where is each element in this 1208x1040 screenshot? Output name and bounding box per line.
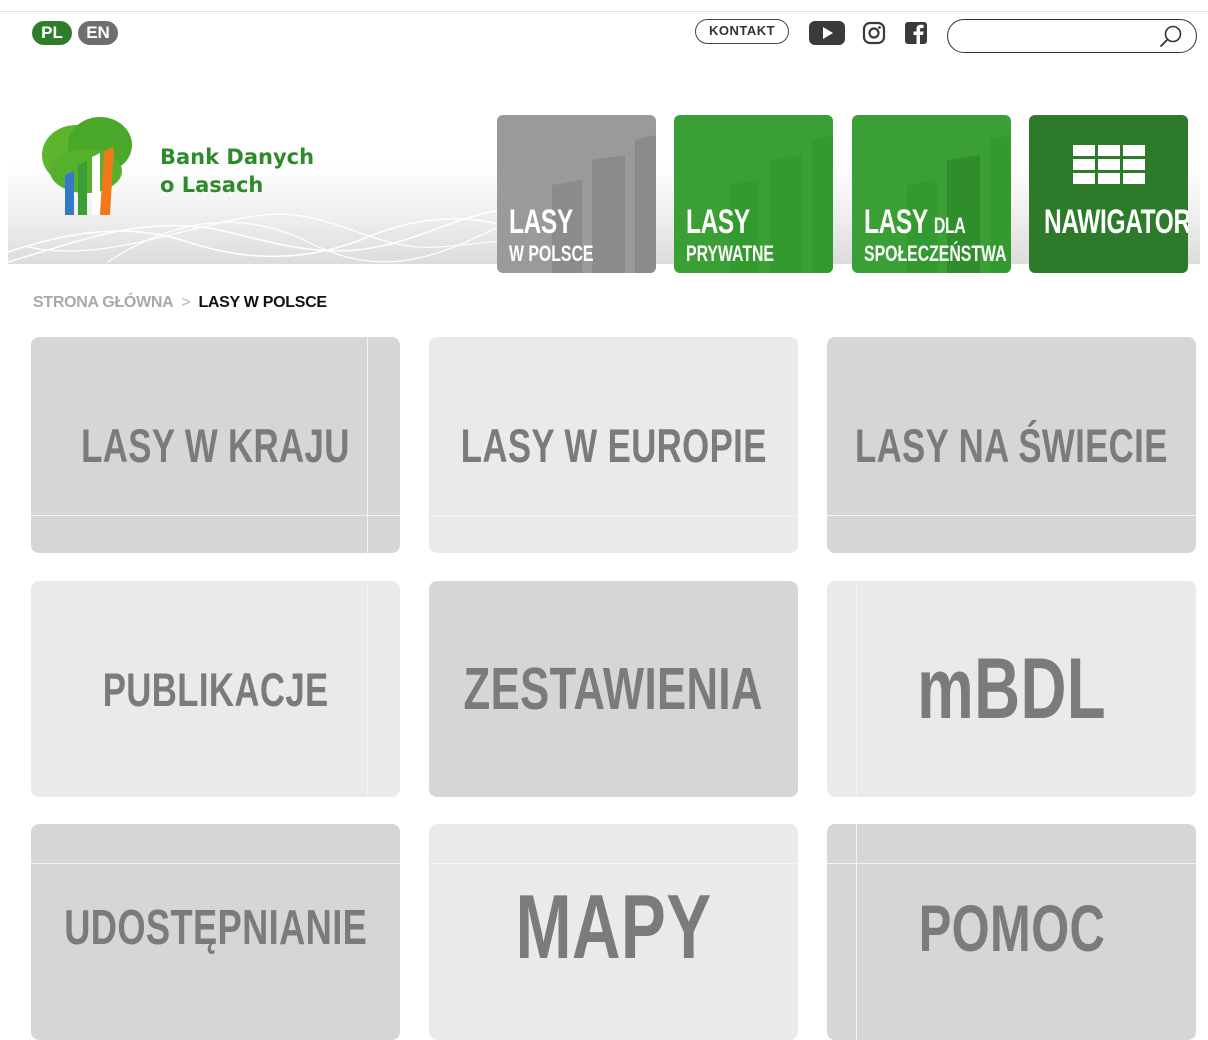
grid-icon [1073,145,1145,184]
tile-lasy-na-swiecie[interactable]: LASY NA ŚWIECIE [827,337,1196,553]
tile-lasy-w-europie[interactable]: LASY W EUROPIE [429,337,798,553]
logo-line2: o Lasach [160,173,264,197]
tile-label: LASY W EUROPIE [460,418,767,472]
nav-nawigator[interactable]: NAWIGATOR [1029,115,1188,273]
youtube-icon[interactable] [809,20,845,46]
tile-publikacje[interactable]: PUBLIKACJE [31,581,400,797]
logo-text[interactable]: Bank Danych o Lasach [160,143,314,199]
lang-en-button[interactable]: EN [78,21,118,45]
nav-subtitle: PRYWATNE [686,241,775,266]
nav-lasy-prywatne[interactable]: LASY PRYWATNE [674,115,833,273]
breadcrumb: STRONA GŁÓWNA > LASY W POLSCE [33,294,327,312]
nav-title-small: DLA [933,213,966,238]
nav-title: LASY [509,203,573,241]
logo-line1: Bank Danych [160,145,315,169]
breadcrumb-home[interactable]: STRONA GŁÓWNA [33,294,174,311]
tile-pomoc[interactable]: POMOC [827,824,1196,1040]
tile-mapy[interactable]: MAPY [429,824,798,1040]
search-icon[interactable] [1158,24,1184,55]
nav-lasy-dla-spoleczenstwa[interactable]: LASY DLA SPOŁECZEŃSTWA [852,115,1011,273]
instagram-icon[interactable] [861,20,887,46]
tile-label: mBDL [917,640,1106,737]
contact-button[interactable]: KONTAKT [695,19,789,44]
lang-pl-button[interactable]: PL [32,21,72,45]
tile-udostepnianie[interactable]: UDOSTĘPNIANIE [31,824,400,1040]
nav-lasy-w-polsce[interactable]: LASY W POLSCE [497,115,656,273]
tile-label: PUBLIKACJE [102,662,329,716]
tile-label: POMOC [918,891,1105,965]
tile-label: UDOSTĘPNIANIE [64,901,367,955]
breadcrumb-separator: > [181,294,191,311]
tile-label: LASY NA ŚWIECIE [855,418,1168,472]
nav-subtitle: SPOŁECZEŃSTWA [864,241,1007,266]
tile-mbdl[interactable]: mBDL [827,581,1196,797]
nav-title: LASY [686,203,750,241]
tile-lasy-w-kraju[interactable]: LASY W KRAJU [31,337,400,553]
nav-title-main: LASY [864,203,928,241]
breadcrumb-current: LASY W POLSCE [198,294,327,311]
search-input[interactable] [962,20,1166,52]
bdl-logo[interactable] [38,113,140,217]
nav-title: LASY DLA [864,203,966,242]
nav-title: NAWIGATOR [1044,203,1188,241]
facebook-icon[interactable] [903,20,929,46]
tile-label: MAPY [515,877,712,978]
tile-label: LASY W KRAJU [81,418,350,472]
tile-label: ZESTAWIENIA [463,656,764,722]
tile-zestawienia[interactable]: ZESTAWIENIA [429,581,798,797]
search-box[interactable] [947,19,1197,53]
nav-subtitle: W POLSCE [509,241,594,266]
top-divider [0,11,1208,12]
